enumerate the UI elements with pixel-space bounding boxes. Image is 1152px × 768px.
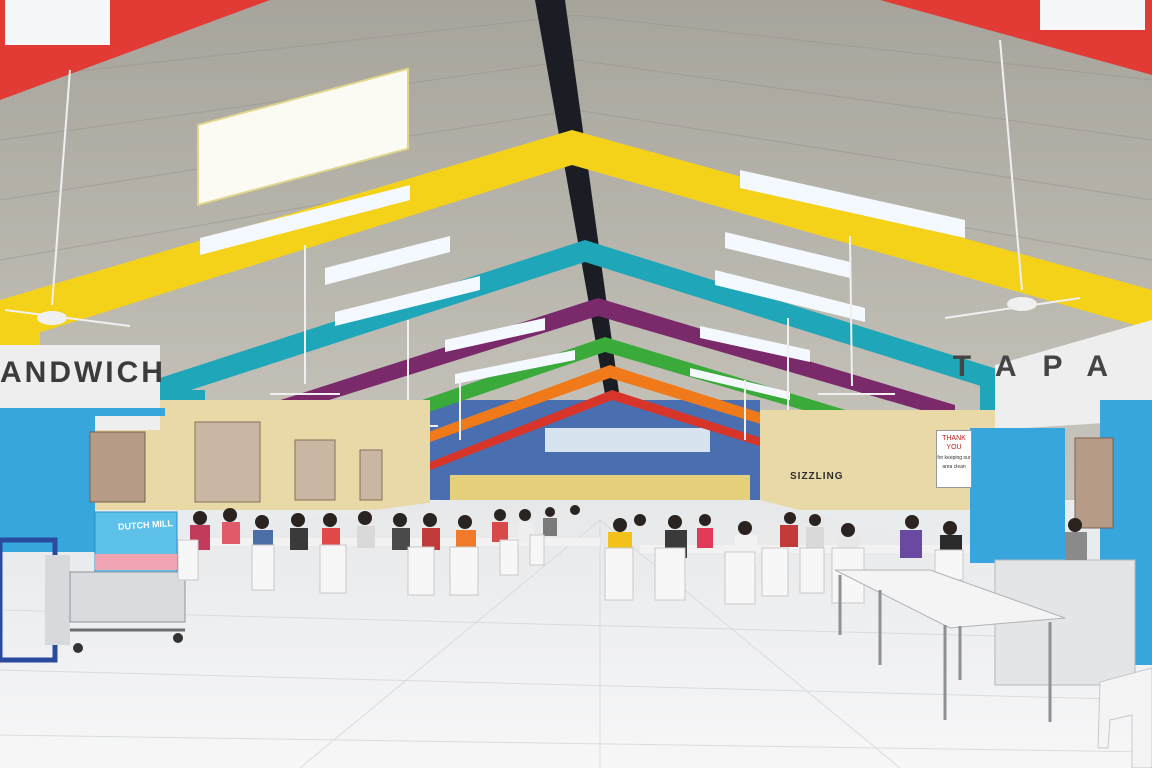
left-window-1 — [194, 421, 261, 503]
poster-title: THANK YOU — [942, 435, 966, 451]
left-window-2 — [294, 439, 336, 501]
sandwich-stall-grille — [89, 431, 146, 503]
milk-cooler-trim — [95, 554, 177, 570]
counter-left — [45, 555, 70, 645]
skylight-top-left — [5, 0, 110, 45]
cart-shelf — [69, 571, 186, 623]
tapa-stall-grille — [1074, 437, 1114, 529]
sizzling-stall-sign: SIZZLING — [790, 471, 844, 482]
back-window — [545, 428, 710, 452]
tapa-stall-panel-left — [970, 428, 1065, 563]
left-window-3 — [359, 449, 383, 501]
sandwich-stall-sign: ANDWICH — [0, 356, 166, 389]
cafeteria-scene: ANDWICH TAPA SIZZLING THANK YOU for keep… — [0, 0, 1152, 768]
thank-you-poster: THANK YOU for keeping our area clean — [936, 430, 972, 488]
poster-subtitle: for keeping our area clean — [937, 455, 971, 470]
sandwich-stall-panel — [0, 412, 95, 552]
scene-illustration — [0, 0, 1152, 768]
skylight-top-right — [1040, 0, 1145, 30]
tapa-stall-sign: TAPA — [952, 350, 1134, 383]
